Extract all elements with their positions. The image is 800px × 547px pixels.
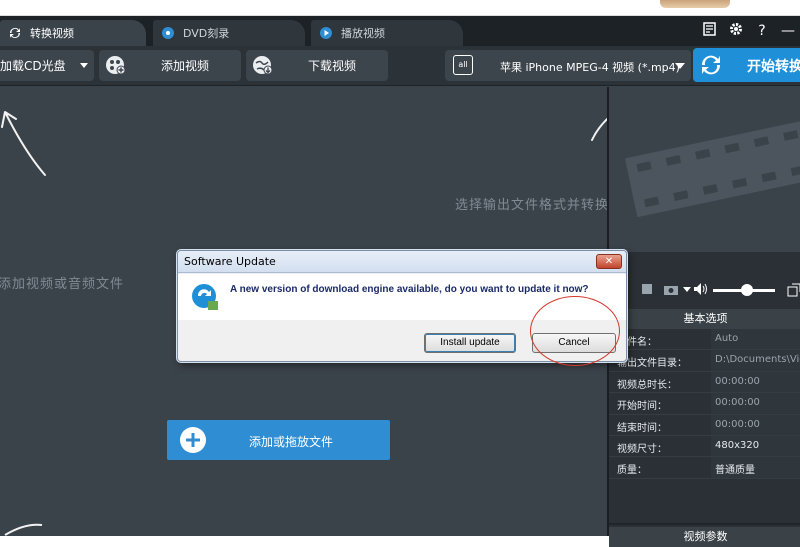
register-icon[interactable]: [702, 22, 718, 40]
globe-download-icon: [253, 56, 273, 75]
prop-key: 结束时间：: [617, 422, 667, 434]
add-or-drop-file-label: 添加或拖放文件: [249, 435, 334, 449]
prop-value-duration: 00:00:00: [711, 371, 800, 393]
prop-row-filename: 文件名： Auto: [609, 329, 800, 351]
prop-key: 输出文件目录：: [617, 358, 687, 370]
player-controls: [609, 277, 800, 303]
fullscreen-icon[interactable]: [787, 283, 800, 297]
tab-label: 播放视频: [341, 27, 385, 40]
prop-value-quality[interactable]: 普通质量: [711, 457, 800, 478]
choose-format-hint: 选择输出文件格式并转换: [455, 198, 610, 213]
prop-key: 视频总时长：: [617, 379, 677, 391]
prop-row-video-size: 视频尺寸： 480x320: [609, 435, 800, 458]
prop-value-filename[interactable]: Auto: [711, 329, 800, 350]
load-cd-label: 加载CD光盘: [0, 59, 66, 73]
hint-arrow-left: [1, 111, 46, 176]
disc-icon: [162, 27, 174, 39]
dialog-message: A new version of download engine availab…: [230, 284, 589, 295]
prop-value-start-time[interactable]: 00:00:00: [711, 393, 800, 414]
prop-value-end-time[interactable]: 00:00:00: [711, 414, 800, 435]
window-controls: ? —: [702, 20, 800, 42]
video-params-header[interactable]: 视频参数: [609, 527, 800, 547]
volume-slider-handle[interactable]: [741, 284, 753, 296]
camera-icon[interactable]: [663, 283, 679, 295]
refresh-icon: [10, 28, 20, 38]
avatar-thumbnail: [660, 0, 730, 8]
update-refresh-icon: [192, 284, 218, 310]
convert-refresh-icon: [701, 55, 721, 75]
properties-table: 文件名： Auto 输出文件目录： D:\Documents\Vic 视频总时长： 0…: [609, 329, 800, 479]
tab-label: 转换视频: [30, 27, 74, 40]
annotation-circle: [530, 296, 620, 366]
add-film-icon: [106, 56, 126, 75]
start-convert-label: 开始转换: [747, 59, 800, 75]
output-format-value: 苹果 iPhone MPEG-4 视频 (*.mp4): [500, 61, 680, 74]
add-video-button[interactable]: 添加视频: [99, 50, 241, 81]
desktop-top-strip: [0, 0, 800, 16]
tab-convert-video[interactable]: 转换视频: [0, 20, 146, 46]
prop-value-video-size[interactable]: 480x320: [711, 435, 800, 457]
hint-arrow-bottom: [4, 523, 43, 536]
play-icon: [320, 27, 332, 39]
download-video-label: 下载视频: [307, 59, 356, 73]
volume-icon[interactable]: [693, 282, 709, 296]
prop-row-quality: 质量： 普通质量: [609, 457, 800, 479]
stop-icon[interactable]: [641, 283, 653, 295]
prop-row-output-dir: 输出文件目录： D:\Documents\Vic: [609, 350, 800, 372]
title-bar: 转换视频 DVD刻录 播放视频 ? —: [0, 16, 800, 46]
add-or-drop-file-button[interactable]: 添加或拖放文件: [167, 420, 390, 460]
prop-key: 视频尺寸：: [617, 443, 667, 455]
minimize-button[interactable]: —: [780, 23, 796, 39]
prop-row-start-time: 开始时间： 00:00:00: [609, 393, 800, 415]
help-button[interactable]: ?: [754, 23, 770, 39]
download-video-button[interactable]: 下载视频: [246, 50, 388, 81]
prop-value-output-dir[interactable]: D:\Documents\Vic: [711, 350, 800, 371]
load-cd-button[interactable]: 加载CD光盘: [0, 50, 94, 81]
chevron-down-icon[interactable]: [683, 287, 691, 292]
tab-label: DVD刻录: [183, 27, 230, 40]
preview-area: [609, 87, 800, 252]
dialog-close-button[interactable]: ✕: [596, 254, 622, 269]
settings-gear-icon[interactable]: [728, 22, 744, 40]
divider: [609, 523, 800, 525]
dialog-title: Software Update: [178, 251, 626, 273]
plus-icon: [180, 427, 206, 453]
add-video-label: 添加视频: [160, 59, 209, 73]
prop-key: 开始时间：: [617, 401, 667, 413]
prop-key: 质量：: [617, 465, 647, 477]
chevron-down-icon[interactable]: [675, 63, 685, 69]
toolbar: 加载CD光盘 添加视频 下载视频 all 苹果 iPhone MPEG-4 视频…: [0, 46, 800, 86]
start-convert-button[interactable]: 开始转换: [693, 48, 800, 82]
film-strip-icon: [624, 116, 800, 218]
output-format-select[interactable]: all 苹果 iPhone MPEG-4 视频 (*.mp4): [445, 50, 691, 81]
right-panel: 基本选项 文件名： Auto 输出文件目录： D:\Documents\Vic 视频…: [607, 87, 800, 547]
add-file-hint: 添加视频或音频文件: [0, 277, 125, 292]
prop-row-duration: 视频总时长： 00:00:00: [609, 371, 800, 394]
prop-row-end-time: 结束时间： 00:00:00: [609, 414, 800, 436]
tab-play-video[interactable]: 播放视频: [311, 20, 463, 46]
tab-dvd-burn[interactable]: DVD刻录: [153, 20, 305, 46]
basic-options-header: 基本选项: [609, 309, 800, 329]
chevron-down-icon[interactable]: [80, 63, 88, 68]
install-update-button[interactable]: Install update: [424, 333, 516, 353]
device-all-icon: all: [453, 55, 473, 75]
